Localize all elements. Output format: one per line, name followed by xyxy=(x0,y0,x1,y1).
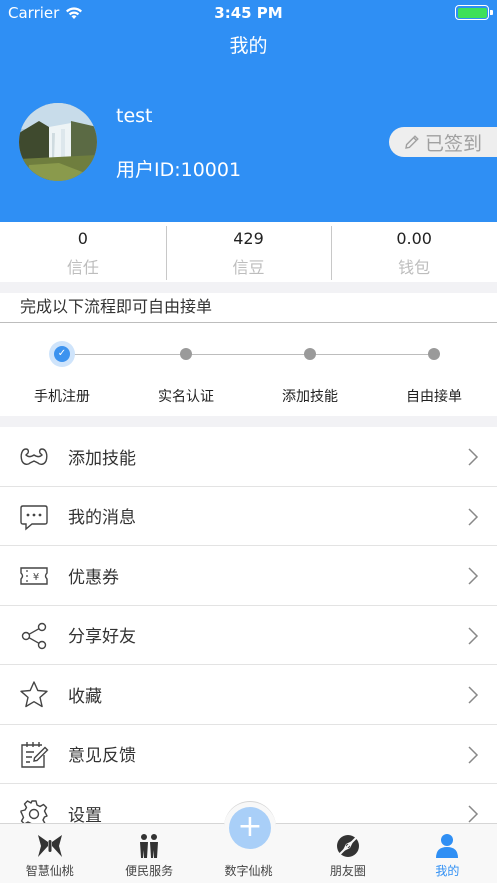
status-bar: Carrier 3:45 PM xyxy=(0,0,497,26)
tab-label: 智慧仙桃 xyxy=(25,864,74,878)
tab-smart-xiantao[interactable]: 智慧仙桃 xyxy=(0,824,99,883)
menu-item-favorites[interactable]: 收藏 xyxy=(0,665,497,725)
menu-label: 意见反馈 xyxy=(68,746,136,767)
tab-label: 数字仙桃 xyxy=(224,864,273,878)
star-icon xyxy=(20,681,48,708)
stat-value: 0 xyxy=(77,229,88,248)
plus-icon[interactable]: + xyxy=(229,807,271,849)
user-icon xyxy=(436,834,459,858)
coupon-icon: ¥ xyxy=(20,567,48,585)
avatar-image xyxy=(19,103,97,181)
checkin-button[interactable]: 已签到 xyxy=(389,127,497,157)
pencil-icon xyxy=(405,135,419,149)
flow-title: 完成以下流程即可自由接单 xyxy=(0,293,497,323)
tab-label: 便民服务 xyxy=(125,864,174,878)
stat-value: 429 xyxy=(233,229,264,248)
tab-mine[interactable]: 我的 xyxy=(398,824,497,883)
step-dot xyxy=(180,348,192,360)
step-dot-done: ✓ xyxy=(49,341,75,367)
stat-label: 钱包 xyxy=(398,258,431,277)
feedback-edit-icon xyxy=(21,741,49,768)
step-label-verify: 实名认证 xyxy=(158,389,214,405)
menu-item-add-skill[interactable]: 添加技能 xyxy=(0,427,497,487)
menu-item-feedback[interactable]: 意见反馈 xyxy=(0,725,497,784)
settings-menu: 添加技能 我的消息 ¥ 优惠券 分享好友 收藏 意见反馈 设置 xyxy=(0,427,497,844)
tab-services[interactable]: 便民服务 xyxy=(99,824,198,883)
username: test xyxy=(116,105,153,127)
checkin-label: 已签到 xyxy=(425,132,483,155)
svg-text:¥: ¥ xyxy=(33,572,39,583)
profile-header: Carrier 3:45 PM 我的 test 用户ID:10001 已签到 xyxy=(0,0,497,222)
user-id: 用户ID:10001 xyxy=(116,159,242,181)
tab-label: 我的 xyxy=(435,864,460,878)
muscle-icon xyxy=(20,448,48,466)
step-label-phone: 手机注册 xyxy=(34,389,90,405)
step-label-skill: 添加技能 xyxy=(282,389,338,405)
chevron-right-icon xyxy=(468,507,479,526)
page-title: 我的 xyxy=(229,35,268,57)
onboarding-flow: 完成以下流程即可自由接单 ✓ 手机注册 实名认证 添加技能 自由接单 xyxy=(0,293,497,416)
chevron-right-icon xyxy=(468,745,479,764)
tab-moments[interactable]: 朋友圈 xyxy=(298,824,397,883)
chevron-right-icon xyxy=(468,805,479,823)
stat-label: 信豆 xyxy=(232,258,265,277)
profile-page: Carrier 3:45 PM 我的 test 用户ID:10001 已签到 0… xyxy=(0,0,497,883)
chevron-right-icon xyxy=(468,686,479,704)
avatar[interactable] xyxy=(19,103,97,181)
step-dot xyxy=(304,348,316,360)
menu-item-share[interactable]: 分享好友 xyxy=(0,606,497,665)
stats-bar: 0 信任 429 信豆 0.00 钱包 xyxy=(0,222,497,282)
step-dot xyxy=(428,348,440,360)
tab-label: 朋友圈 xyxy=(329,864,366,878)
battery-icon xyxy=(455,5,493,20)
share-icon xyxy=(21,622,47,649)
message-bubble-icon xyxy=(20,504,48,530)
butterfly-icon xyxy=(37,835,62,857)
menu-label: 分享好友 xyxy=(68,627,136,648)
stat-label: 信任 xyxy=(66,258,99,277)
menu-item-coupons[interactable]: ¥ 优惠券 xyxy=(0,546,497,606)
step-label-accept: 自由接单 xyxy=(406,389,462,405)
menu-label: 设置 xyxy=(68,805,102,826)
stat-wallet[interactable]: 0.00 钱包 xyxy=(331,222,497,282)
check-icon: ✓ xyxy=(54,346,70,362)
menu-label: 我的消息 xyxy=(68,508,136,529)
menu-item-messages[interactable]: 我的消息 xyxy=(0,487,497,546)
menu-label: 优惠券 xyxy=(68,567,119,588)
chevron-right-icon xyxy=(468,448,479,466)
plus-button-wrap: + xyxy=(224,801,276,853)
flow-track xyxy=(62,354,434,355)
clock: 3:45 PM xyxy=(214,4,283,22)
stat-trust[interactable]: 0 信任 xyxy=(0,222,166,282)
menu-label: 添加技能 xyxy=(68,448,136,469)
chevron-right-icon xyxy=(468,567,479,585)
stat-value: 0.00 xyxy=(396,229,432,248)
chevron-right-icon xyxy=(468,626,479,645)
compass-icon xyxy=(336,834,360,858)
menu-label: 收藏 xyxy=(68,686,102,707)
stat-beans[interactable]: 429 信豆 xyxy=(165,222,332,282)
people-icon xyxy=(140,834,159,858)
